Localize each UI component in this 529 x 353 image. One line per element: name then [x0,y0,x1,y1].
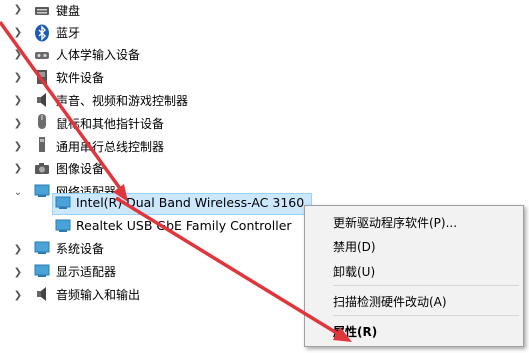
expand-chevron-icon[interactable]: ❯ [12,243,24,255]
expand-chevron-icon[interactable]: ❯ [12,117,24,129]
mouse-icon [34,113,50,129]
expand-chevron-icon[interactable]: ❯ [12,3,24,15]
speaker-icon [34,92,50,108]
camera-icon [34,160,50,176]
expand-chevron-icon[interactable]: ❯ [12,48,24,60]
context-menu: 更新驱动程序软件(P)... 禁用(D) 卸载(U) 扫描检测硬件改动(A) 属… [304,205,524,347]
expand-chevron-icon[interactable]: ❯ [12,71,24,83]
tree-item-hid[interactable]: 人体学输入设备 [56,44,140,66]
tree-item-software-devices[interactable]: 软件设备 [56,67,104,89]
tree-item-display-adapters[interactable]: 显示适配器 [56,261,116,283]
tree-item-audio-io[interactable]: 音频输入和输出 [56,284,140,306]
tree-item-bluetooth[interactable]: 蓝牙 [56,22,80,44]
bluetooth-icon [34,24,50,42]
menu-item-properties[interactable]: 属性(R) [333,323,377,340]
tree-item-usb-controllers[interactable]: 通用串行总线控制器 [56,136,164,158]
tree-item-intel-wireless[interactable]: Intel(R) Dual Band Wireless-AC 3160 [76,192,304,214]
menu-separator [333,315,519,316]
hid-icon [34,46,50,62]
tree-item-imaging-devices[interactable]: 图像设备 [56,158,104,180]
tree-item-system-devices[interactable]: 系统设备 [56,238,104,260]
expand-chevron-icon[interactable]: ❯ [12,94,24,106]
network-adapter-icon [55,218,71,234]
tree-item-sound-video-game[interactable]: 声音、视频和游戏控制器 [56,90,188,112]
keyboard-icon [34,3,50,19]
expand-chevron-icon[interactable]: ❯ [12,266,24,278]
network-adapter-icon [55,195,71,211]
network-adapter-icon [34,183,50,199]
expand-chevron-icon[interactable]: ❯ [12,289,24,301]
tree-item-mouse[interactable]: 鼠标和其他指针设备 [56,113,164,135]
menu-separator [333,285,519,286]
menu-item-disable[interactable]: 禁用(D) [333,238,376,255]
software-device-icon [34,69,50,85]
expand-chevron-icon[interactable]: ❯ [12,26,24,38]
expand-chevron-icon[interactable]: ❯ [12,140,24,152]
system-device-icon [34,240,50,256]
expand-chevron-icon[interactable]: ❯ [12,162,24,174]
tree-item-keyboard[interactable]: 键盘 [56,0,80,22]
menu-item-scan-hardware[interactable]: 扫描检测硬件改动(A) [333,293,447,310]
display-adapter-icon [34,263,50,279]
tree-item-realtek-gbe[interactable]: Realtek USB GbE Family Controller [76,215,292,237]
usb-icon [34,136,50,152]
collapse-chevron-icon[interactable]: ⌄ [12,186,24,198]
menu-item-uninstall[interactable]: 卸载(U) [333,263,375,280]
audio-io-icon [34,286,50,302]
menu-item-update-driver[interactable]: 更新驱动程序软件(P)... [333,214,457,231]
